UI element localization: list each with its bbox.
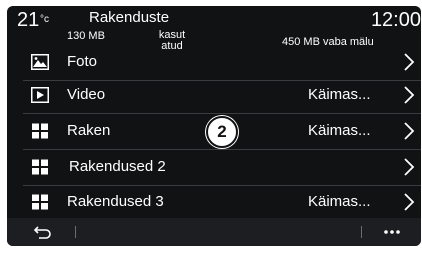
list-item-foto[interactable]: Foto xyxy=(23,44,421,81)
page-title: Rakenduste xyxy=(89,9,170,26)
clock: 12:00 xyxy=(370,9,421,31)
apps-grid-icon xyxy=(32,194,48,210)
callout-badge: 2 xyxy=(206,116,238,148)
list-item-label: Rakendused 3 xyxy=(67,193,164,210)
more-dots-icon[interactable] xyxy=(383,230,401,234)
chevron-right-icon xyxy=(404,86,415,104)
back-arrow-icon[interactable] xyxy=(33,224,53,240)
apps-grid-icon xyxy=(32,123,48,139)
chevron-right-icon xyxy=(404,193,415,211)
list-item-status: Käimas... xyxy=(308,122,371,139)
chevron-right-icon xyxy=(404,158,415,176)
list-item-status: Käimas... xyxy=(308,193,371,210)
divider xyxy=(361,226,362,238)
bottom-bar xyxy=(7,218,421,246)
video-play-icon xyxy=(31,87,49,103)
apps-grid-icon xyxy=(32,159,48,175)
chevron-right-icon xyxy=(404,122,415,140)
temperature: 21 xyxy=(17,9,40,31)
divider xyxy=(75,226,76,238)
list-item-label: Foto xyxy=(67,53,98,70)
list-item-rakendused-2[interactable]: Rakendused 2 xyxy=(23,149,421,186)
used-storage-size: 130 MB xyxy=(67,30,105,42)
list-item-label: Raken xyxy=(67,122,111,139)
media-screen: 21 °c Rakenduste 12:00 130 MB kasut atud… xyxy=(7,6,421,246)
photo-icon xyxy=(31,54,49,70)
list-item-label: Rakendused 2 xyxy=(69,158,166,175)
list-item-rakendused-3[interactable]: Rakendused 3 Käimas... xyxy=(23,184,421,221)
list-item-video[interactable]: Video Käimas... xyxy=(23,77,421,114)
list-item-label: Video xyxy=(67,86,106,103)
list-item-status: Käimas... xyxy=(308,86,371,103)
temperature-unit: °c xyxy=(40,14,49,25)
status-bar: 21 °c Rakenduste 12:00 130 MB kasut atud… xyxy=(7,6,421,52)
chevron-right-icon xyxy=(404,53,415,71)
